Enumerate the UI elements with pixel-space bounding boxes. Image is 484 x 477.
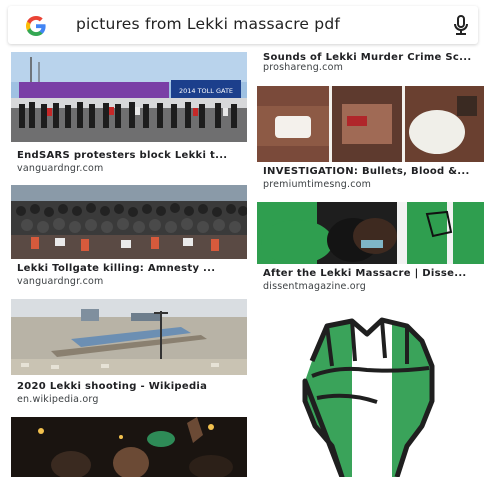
result-title[interactable]: Lekki Tollgate killing: Amnesty ... bbox=[17, 263, 215, 274]
microphone-icon[interactable] bbox=[449, 13, 473, 37]
result-thumbnail[interactable] bbox=[11, 299, 247, 375]
result-thumbnail[interactable] bbox=[11, 417, 247, 477]
result-title[interactable]: EndSARS protesters block Lekki t... bbox=[17, 150, 227, 161]
search-bar[interactable]: pictures from Lekki massacre pdf bbox=[8, 6, 478, 44]
billboard-text: 2014 TOLL GATE bbox=[179, 87, 233, 95]
result-source[interactable]: vanguardngr.com bbox=[17, 276, 104, 287]
image-result-card[interactable]: Lekki Tollgate killing: Amnesty ... vang… bbox=[11, 185, 247, 289]
result-source[interactable]: en.wikipedia.org bbox=[17, 394, 99, 405]
result-title[interactable]: 2020 Lekki shooting - Wikipedia bbox=[17, 381, 207, 392]
result-thumbnail[interactable] bbox=[257, 306, 484, 477]
result-source[interactable]: vanguardngr.com bbox=[17, 163, 104, 174]
result-thumbnail[interactable] bbox=[257, 202, 484, 264]
image-result-card[interactable]: After the Lekki Massacre | Disse... diss… bbox=[257, 202, 484, 298]
result-thumbnail[interactable] bbox=[257, 86, 484, 162]
image-result-card[interactable]: 2014 TOLL GATE EndSARS protesters block … bbox=[11, 52, 247, 176]
result-source[interactable]: proshareng.com bbox=[263, 62, 343, 73]
image-result-card[interactable] bbox=[11, 417, 247, 477]
image-result-card[interactable] bbox=[257, 306, 484, 477]
search-query-text[interactable]: pictures from Lekki massacre pdf bbox=[76, 15, 340, 33]
result-source[interactable]: dissentmagazine.org bbox=[263, 281, 366, 292]
result-title[interactable]: After the Lekki Massacre | Disse... bbox=[263, 268, 467, 279]
image-result-card[interactable]: 2020 Lekki shooting - Wikipedia en.wikip… bbox=[11, 299, 247, 407]
result-thumbnail[interactable]: 2014 TOLL GATE bbox=[11, 52, 247, 142]
result-thumbnail[interactable] bbox=[11, 185, 247, 259]
image-result-card[interactable]: Sounds of Lekki Murder Crime Sc... prosh… bbox=[257, 52, 484, 74]
image-result-card[interactable]: INVESTIGATION: Bullets, Blood &... premi… bbox=[257, 86, 484, 192]
result-source[interactable]: premiumtimesng.com bbox=[263, 179, 371, 190]
google-g-icon[interactable] bbox=[24, 14, 48, 38]
result-title[interactable]: INVESTIGATION: Bullets, Blood &... bbox=[263, 166, 470, 177]
